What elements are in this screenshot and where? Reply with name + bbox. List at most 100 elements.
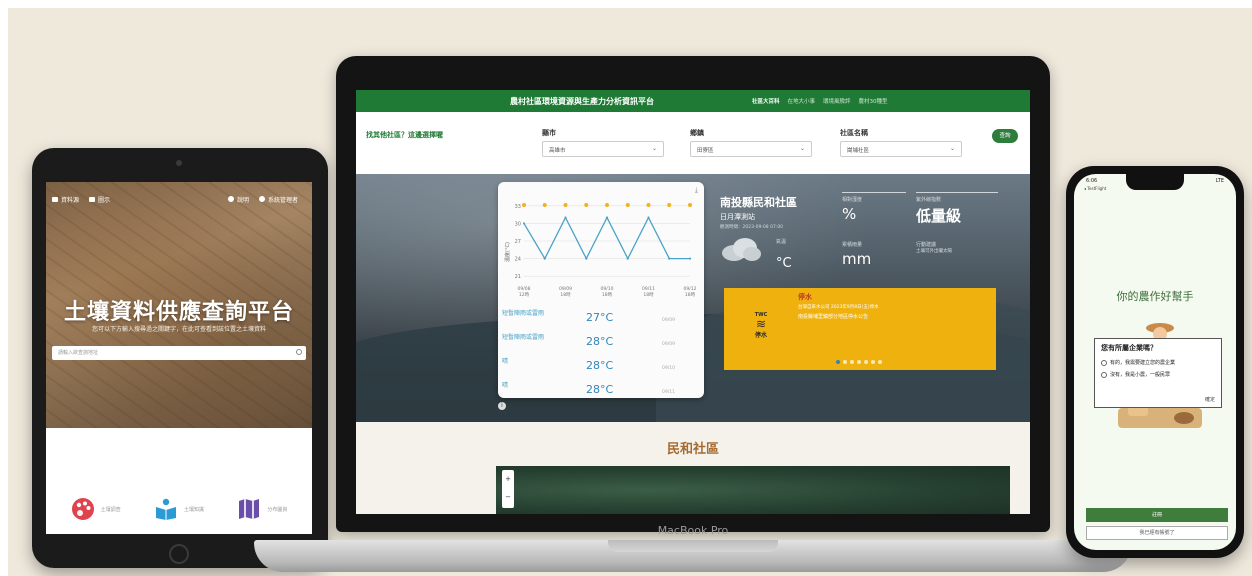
county-value: 高雄市 bbox=[549, 148, 566, 154]
carousel-dots bbox=[836, 360, 885, 364]
forecast-temp: 28°C bbox=[586, 359, 614, 372]
alert-line: 台灣自來水公司 2023年9月8日(五)停水 bbox=[798, 305, 879, 310]
tablet-screen: 資料源 圖示 說明 系統管理者 土壤資料供應查詢平台 您可以下方輸入搜尋過之關鍵… bbox=[46, 182, 312, 534]
forecast-time: 09/10 bbox=[662, 366, 675, 371]
community-select[interactable]: 崗埔社區 ⌄ bbox=[840, 141, 962, 157]
nav-item-admin[interactable]: 系統管理者 bbox=[258, 195, 298, 204]
community-section: 民和社區 + − bbox=[356, 422, 1030, 514]
feature-distribution-map[interactable]: 分布圖資 bbox=[237, 497, 287, 521]
forecast-temp: 28°C bbox=[586, 335, 614, 348]
dialog-question: 您有所屬企業嗎？ bbox=[1101, 344, 1157, 352]
forecast-condition: 短暫陣雨或雷雨 bbox=[502, 310, 545, 317]
feature-label: 土壤調查 bbox=[100, 506, 121, 513]
sun-icon bbox=[563, 203, 568, 207]
alert-line: 南投縣埔里鎮部分地區停水公告 bbox=[798, 314, 869, 320]
temperature-chart: 212427303309/0812時09/0918時09/1018時09/111… bbox=[504, 203, 697, 298]
town-select[interactable]: 田寮區 ⌄ bbox=[690, 141, 812, 157]
radio-icon[interactable] bbox=[1101, 359, 1107, 366]
address-search-input[interactable]: 請輸入欲查詢地址 bbox=[52, 346, 306, 360]
county-select[interactable]: 高雄市 ⌄ bbox=[542, 141, 664, 157]
header-link[interactable]: 在地大小事 bbox=[788, 97, 816, 105]
zoom-out-icon[interactable]: − bbox=[502, 488, 514, 506]
satellite-map[interactable]: + − bbox=[496, 466, 1010, 514]
search-icon[interactable] bbox=[296, 349, 302, 355]
app-title: 你的農作好幫手 bbox=[1116, 290, 1194, 303]
forecast-condition: 晴 bbox=[502, 382, 509, 389]
x-tick-label: 12時 bbox=[519, 292, 530, 298]
x-tick-label: 09/08 bbox=[518, 286, 531, 292]
feature-soil-knowledge[interactable]: 土壤知識 bbox=[154, 497, 204, 521]
carousel-dot[interactable] bbox=[843, 360, 847, 364]
x-tick-label: 18時 bbox=[643, 292, 654, 298]
dialog-ok-button[interactable]: 確定 bbox=[1205, 396, 1215, 403]
carousel-dot[interactable] bbox=[857, 360, 861, 364]
y-tick-label: 27 bbox=[515, 239, 521, 245]
observation-time: 觀測時間：2023-09-08 07:00 bbox=[720, 225, 784, 230]
feature-soil-survey[interactable]: 土壤調查 bbox=[71, 497, 121, 521]
forecast-temp: 27°C bbox=[586, 311, 614, 324]
forecast-condition: 短暫陣雨或雷雨 bbox=[502, 334, 545, 341]
forecast-row: 晴 28°C 09/11 bbox=[502, 380, 702, 398]
town-label: 鄉鎮 bbox=[690, 129, 704, 137]
nav-label: 系統管理者 bbox=[267, 196, 298, 204]
nav-item-legend[interactable]: 圖示 bbox=[89, 195, 110, 204]
site-title[interactable]: 農村社區環境資源與生產力分析資訊平台 bbox=[510, 96, 654, 107]
alert-title: 停水 bbox=[798, 293, 812, 301]
carousel-dot[interactable] bbox=[850, 360, 854, 364]
phone-screen: 6:06 LTE ◂ TestFlight 你的農作好幫手 您有所屬企業嗎？ 有… bbox=[1074, 174, 1236, 550]
chevron-down-icon: ⌄ bbox=[949, 145, 955, 152]
register-button[interactable]: 註冊 bbox=[1086, 508, 1228, 522]
map-zoom-control[interactable]: + − bbox=[502, 470, 514, 508]
sun-icon bbox=[646, 203, 651, 207]
y-tick-label: 30 bbox=[515, 221, 521, 227]
community-field: 社區名稱 崗埔社區 ⌄ bbox=[840, 128, 962, 157]
weather-info: 南投縣民和社區 日月潭測站 觀測時間：2023-09-08 07:00 氣溫 °… bbox=[720, 184, 1010, 284]
humidity-metric: 相對溼度 % bbox=[842, 192, 906, 223]
header-link[interactable]: 社區大百科 bbox=[752, 97, 780, 105]
query-button[interactable]: 查詢 bbox=[992, 129, 1018, 143]
county-field: 縣市 高雄市 ⌄ bbox=[542, 128, 664, 157]
forecast-temp: 28°C bbox=[586, 383, 614, 396]
town-value: 田寮區 bbox=[697, 148, 714, 154]
grid-icon bbox=[52, 196, 58, 202]
back-to-testflight[interactable]: ◂ TestFlight bbox=[1084, 186, 1106, 191]
carousel-dot[interactable] bbox=[871, 360, 875, 364]
y-tick-label: 21 bbox=[515, 274, 521, 280]
have-account-button[interactable]: 我已經有帳號了 bbox=[1086, 526, 1228, 540]
page-subtitle: 您可以下方輸入搜尋過之關鍵字，在此可查看到該位置之土壤資料 bbox=[91, 326, 266, 333]
home-button[interactable] bbox=[169, 544, 189, 564]
water-outage-alert[interactable]: TWC ≋ 停水 停水 台灣自來水公司 2023年9月8日(五)停水 南投縣埔里… bbox=[724, 288, 996, 370]
phone-device: 6:06 LTE ◂ TestFlight 你的農作好幫手 您有所屬企業嗎？ 有… bbox=[1066, 166, 1244, 558]
carousel-dot[interactable] bbox=[836, 360, 840, 364]
status-time: 6:06 bbox=[1086, 178, 1098, 184]
y-tick-label: 24 bbox=[515, 257, 521, 263]
town-field: 鄉鎮 田寮區 ⌄ bbox=[690, 128, 812, 157]
nav-item-help[interactable]: 說明 bbox=[227, 195, 249, 204]
page-title: 土壤資料供應查詢平台 bbox=[63, 300, 294, 325]
book-reader-icon bbox=[154, 497, 178, 521]
header-link[interactable]: 環境風險評 bbox=[823, 97, 851, 105]
forecast-list: 短暫陣雨或雷雨 27°C 09/09 短暫陣雨或雷雨 28°C 09/09 晴 … bbox=[502, 308, 702, 398]
nav-item-source[interactable]: 資料源 bbox=[52, 195, 79, 204]
chevron-down-icon: ⌄ bbox=[799, 145, 805, 152]
sun-icon bbox=[584, 203, 589, 207]
header-link[interactable]: 農村30種型 bbox=[859, 97, 888, 105]
option-label: 沒有，我是小農，一般民眾 bbox=[1110, 372, 1171, 378]
feature-list: 土壤調查 土壤知識 分布圖資 bbox=[46, 494, 312, 524]
status-signal: LTE bbox=[1215, 178, 1224, 184]
radio-icon[interactable] bbox=[1101, 371, 1107, 378]
rain-metric: 累積雨量 mm bbox=[842, 238, 906, 268]
carousel-dot[interactable] bbox=[864, 360, 868, 364]
dialog-option-yes[interactable]: 有的，我需要建立您的農企業 bbox=[1101, 359, 1175, 366]
section-title: 民和社區 bbox=[666, 442, 719, 457]
info-icon[interactable]: i bbox=[498, 402, 506, 410]
dialog-option-no[interactable]: 沒有，我是小農，一般民眾 bbox=[1101, 371, 1170, 378]
header-nav: 社區大百科 在地大小事 環境風險評 農村30種型 bbox=[752, 97, 896, 105]
carousel-dot[interactable] bbox=[878, 360, 882, 364]
action-label: 行動建議 bbox=[916, 242, 937, 248]
tablet-camera bbox=[176, 160, 182, 166]
forecast-row: 晴 28°C 09/10 bbox=[502, 356, 702, 380]
y-tick-label: 33 bbox=[515, 204, 521, 210]
zoom-in-icon[interactable]: + bbox=[502, 470, 514, 488]
forecast-card: ⤓ 21 24 27 30 33 09/08 12時 09/09 18時 09/10 18時 09/1… bbox=[498, 182, 704, 398]
